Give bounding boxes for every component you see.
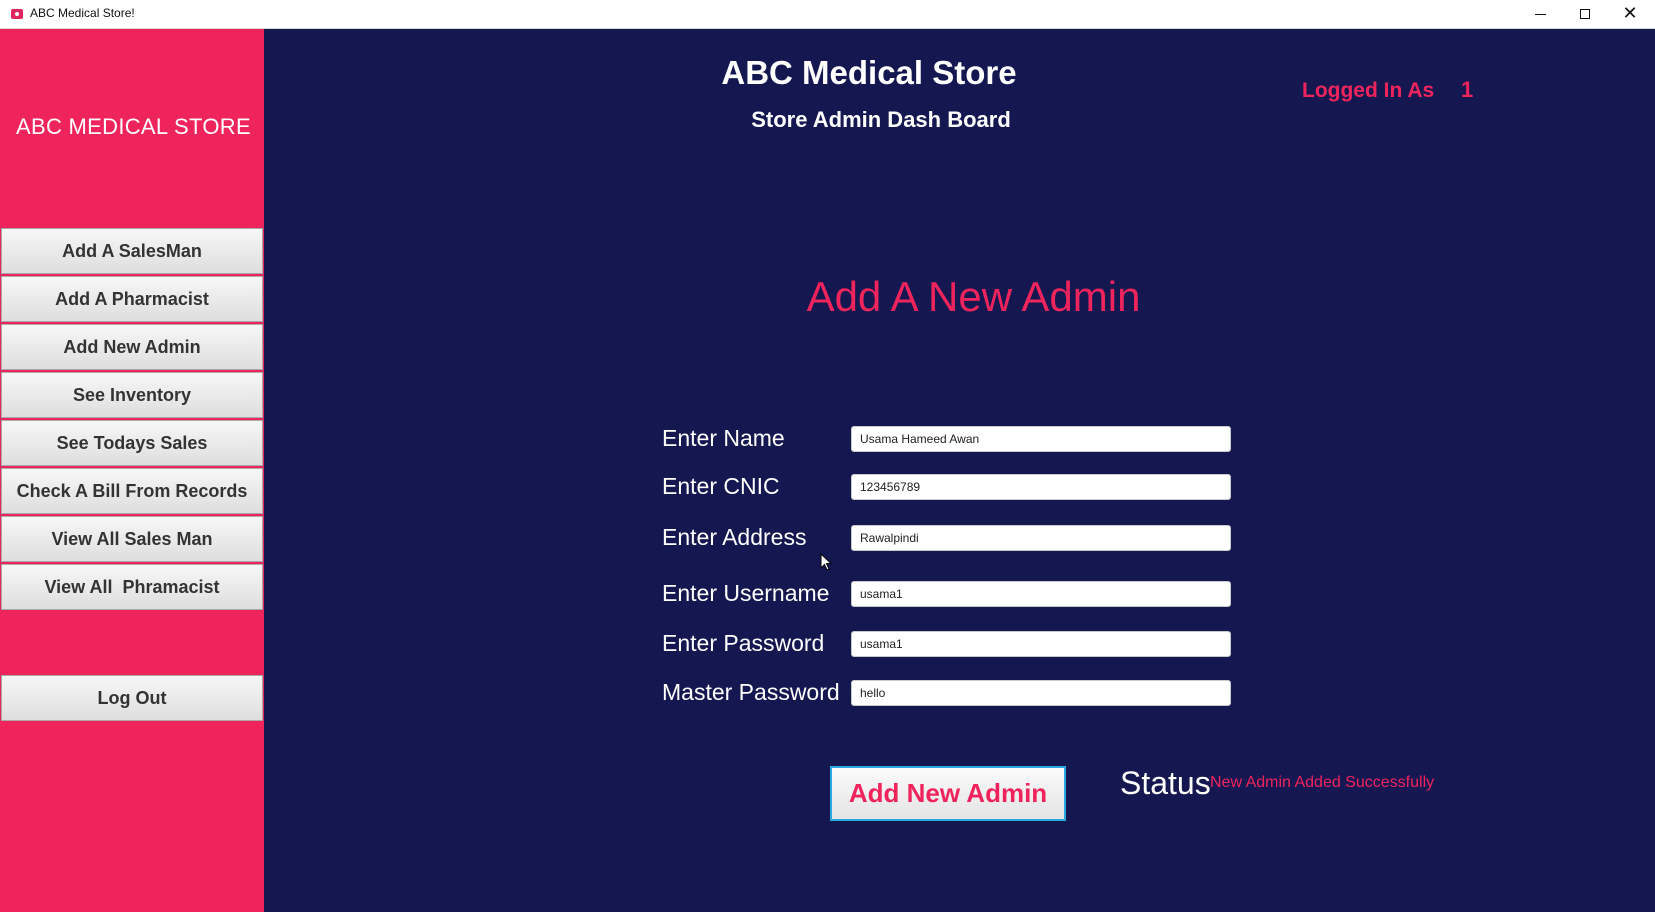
- minimize-icon: [1534, 13, 1546, 15]
- logged-in-label: Logged In As: [1302, 79, 1435, 102]
- address-label: Enter Address: [662, 524, 807, 550]
- master-password-field[interactable]: [851, 680, 1231, 706]
- app-heading: ABC Medical Store: [721, 54, 1017, 91]
- sidebar-brand: ABC MEDICAL STORE: [16, 114, 251, 139]
- username-field[interactable]: [851, 581, 1231, 607]
- cnic-label: Enter CNIC: [662, 473, 780, 499]
- form-title: Add A New Admin: [806, 273, 1141, 320]
- sidebar-item-add-salesman[interactable]: Add A SalesMan: [1, 228, 263, 274]
- mouse-cursor-icon: [820, 553, 833, 571]
- status-message: New Admin Added Successfully: [1210, 774, 1435, 791]
- window-title: ABC Medical Store!: [30, 6, 135, 20]
- master-password-label: Master Password: [662, 679, 840, 705]
- maximize-button[interactable]: [1562, 0, 1608, 28]
- app-icon: [11, 9, 23, 19]
- status-label: Status: [1120, 765, 1211, 801]
- logout-button[interactable]: Log Out: [1, 675, 263, 721]
- sidebar-item-todays-sales[interactable]: See Todays Sales: [1, 420, 263, 466]
- maximize-icon: [1580, 9, 1590, 19]
- address-field[interactable]: [851, 525, 1231, 551]
- username-label: Enter Username: [662, 580, 830, 606]
- add-new-admin-button[interactable]: Add New Admin: [830, 766, 1066, 821]
- cnic-field[interactable]: [851, 474, 1231, 500]
- sidebar-item-view-salesmen[interactable]: View All Sales Man: [1, 516, 263, 562]
- name-field[interactable]: [851, 426, 1231, 452]
- close-button[interactable]: ✕: [1607, 0, 1653, 28]
- sidebar-item-see-inventory[interactable]: See Inventory: [1, 372, 263, 418]
- sidebar-item-view-pharmacists[interactable]: View All Phramacist: [1, 564, 263, 610]
- sidebar-item-add-pharmacist[interactable]: Add A Pharmacist: [1, 276, 263, 322]
- minimize-button[interactable]: [1517, 0, 1563, 28]
- sidebar: ABC MEDICAL STORE Add A SalesMan Add A P…: [0, 29, 264, 912]
- main-content: ABC Medical Store Store Admin Dash Board…: [264, 29, 1655, 912]
- password-label: Enter Password: [662, 630, 825, 656]
- name-label: Enter Name: [662, 425, 785, 451]
- dashboard-subtitle: Store Admin Dash Board: [751, 107, 1011, 132]
- password-field[interactable]: [851, 631, 1231, 657]
- sidebar-item-check-bill[interactable]: Check A Bill From Records: [1, 468, 263, 514]
- logged-in-value: 1: [1461, 77, 1474, 102]
- sidebar-item-add-admin[interactable]: Add New Admin: [1, 324, 263, 370]
- close-icon: ✕: [1622, 3, 1638, 24]
- window-titlebar: ABC Medical Store! ✕: [0, 0, 1655, 29]
